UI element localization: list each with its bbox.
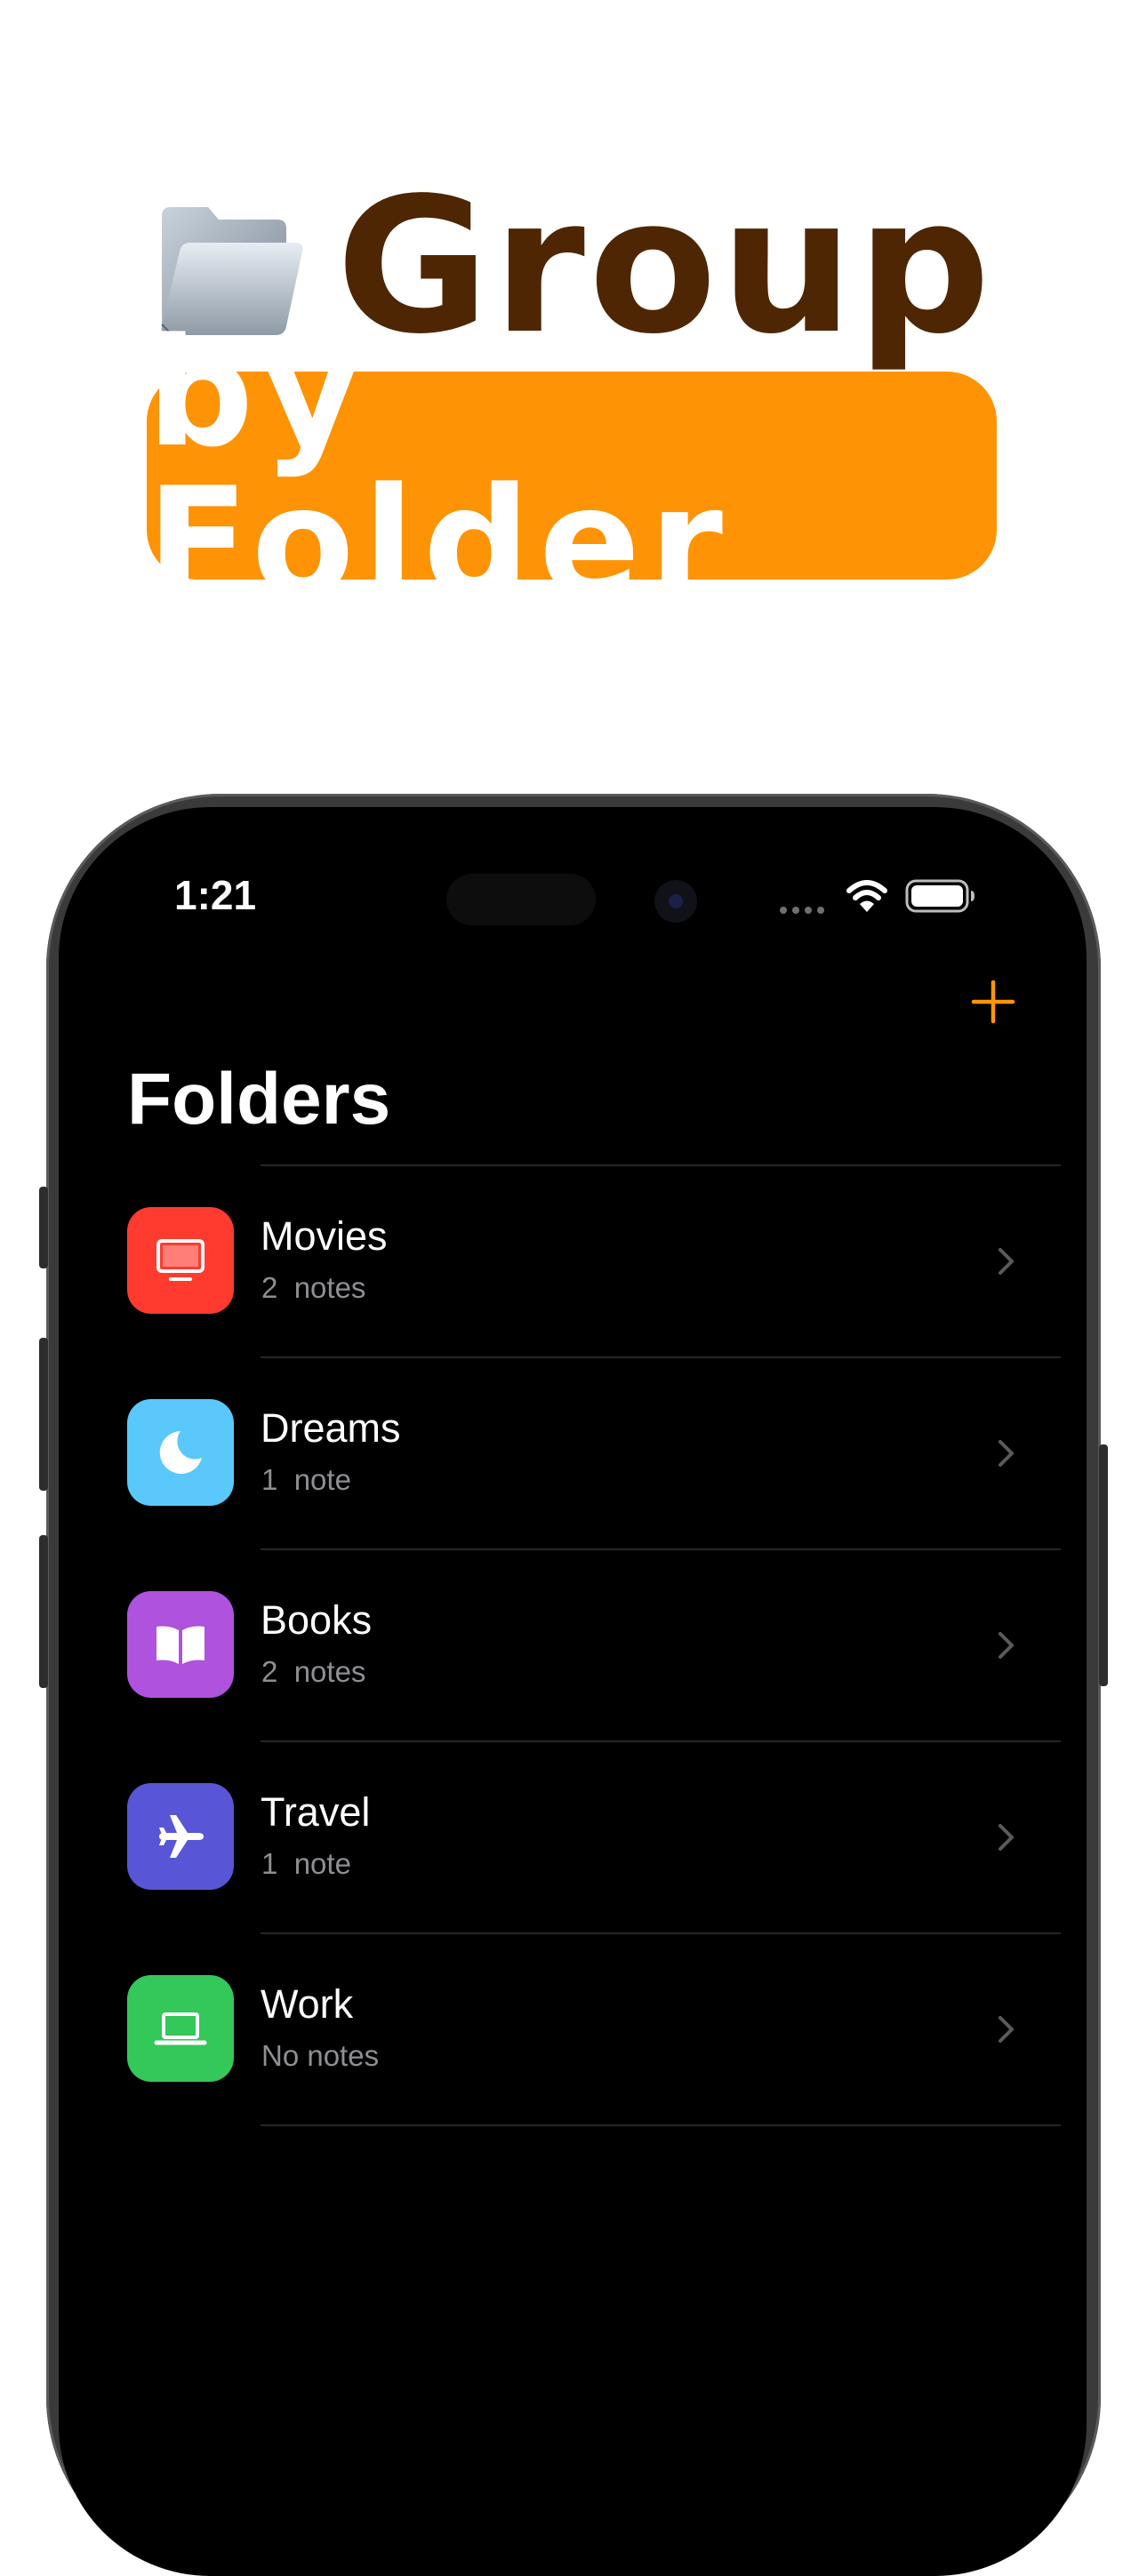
folder-name: Dreams bbox=[261, 1405, 401, 1451]
chevron-right-icon bbox=[999, 2016, 1014, 2043]
folder-row-travel[interactable]: Travel 1 note bbox=[127, 1740, 1061, 1932]
promo-banner: Group by Folder bbox=[0, 0, 1147, 622]
folder-icon-badge-dreams bbox=[127, 1399, 234, 1506]
laptop-icon bbox=[154, 2012, 207, 2045]
chevron-right-icon bbox=[999, 1632, 1014, 1659]
promo-subheadline-pill: by Folder bbox=[147, 318, 997, 617]
chevron-right-icon bbox=[999, 1824, 1014, 1851]
folder-row-movies[interactable]: Movies 2 notes bbox=[127, 1164, 1061, 1356]
promo-subheadline: by Folder bbox=[147, 306, 733, 629]
folder-note-count: 2 notes bbox=[261, 1271, 366, 1304]
device-action-button bbox=[39, 1187, 48, 1268]
folder-note-count: 1 note bbox=[261, 1463, 351, 1496]
camera-icon bbox=[654, 880, 697, 923]
chevron-right-icon bbox=[999, 1248, 1014, 1275]
row-separator bbox=[261, 2124, 1061, 2126]
folder-icon-badge-movies bbox=[127, 1207, 234, 1314]
book-icon bbox=[156, 1626, 205, 1664]
battery-icon bbox=[905, 879, 975, 913]
plus-icon bbox=[971, 980, 1015, 1024]
cellular-dots-icon bbox=[780, 907, 824, 914]
dynamic-island bbox=[446, 874, 596, 925]
page-title: Folders bbox=[127, 1059, 391, 1140]
folder-row-work[interactable]: Work No notes bbox=[127, 1932, 1061, 2124]
wifi-icon bbox=[846, 880, 887, 912]
folder-name: Work bbox=[261, 1981, 354, 2027]
chevron-right-icon bbox=[999, 1440, 1014, 1467]
folder-icon-badge-travel bbox=[127, 1783, 234, 1890]
folder-row-books[interactable]: Books 2 notes bbox=[127, 1548, 1061, 1740]
folder-icon-badge-books bbox=[127, 1591, 234, 1698]
folder-row-dreams[interactable]: Dreams 1 note bbox=[127, 1356, 1061, 1548]
device-side-button bbox=[1099, 1444, 1108, 1686]
status-time: 1:21 bbox=[174, 872, 257, 918]
moon-icon bbox=[159, 1431, 202, 1474]
folder-name: Travel bbox=[261, 1789, 371, 1835]
airplane-icon bbox=[159, 1815, 204, 1858]
folder-note-count: 1 note bbox=[261, 1847, 351, 1880]
folder-note-count: No notes bbox=[261, 2039, 380, 2072]
folder-name: Movies bbox=[261, 1213, 388, 1259]
tv-icon bbox=[156, 1239, 205, 1281]
folder-note-count: 2 notes bbox=[261, 1655, 366, 1688]
add-folder-button[interactable] bbox=[969, 978, 1017, 1026]
folder-name: Books bbox=[261, 1597, 373, 1643]
device-volume-down-button bbox=[39, 1535, 48, 1688]
folder-icon-badge-work bbox=[127, 1975, 234, 2082]
device-volume-up-button bbox=[39, 1338, 48, 1491]
